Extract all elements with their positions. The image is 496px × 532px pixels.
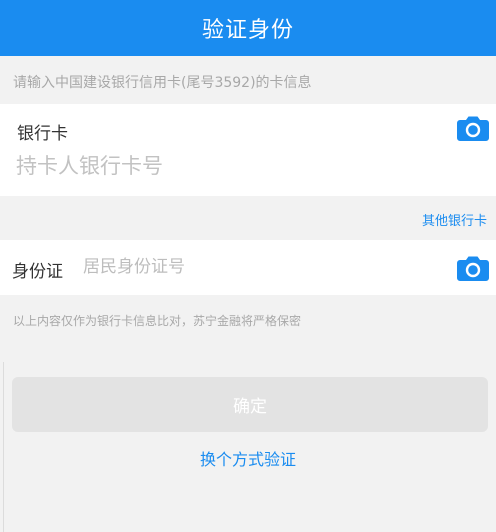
other-bank-card-link[interactable]: 其他银行卡 bbox=[422, 210, 487, 229]
id-card-section: 身份证 bbox=[0, 240, 496, 295]
app-header: 验证身份 bbox=[0, 0, 496, 56]
id-card-number-input[interactable] bbox=[83, 257, 423, 277]
switch-verification-method-link[interactable]: 换个方式验证 bbox=[0, 446, 496, 470]
id-card-label: 身份证 bbox=[12, 262, 63, 282]
bank-card-section: 银行卡 bbox=[0, 104, 496, 196]
privacy-notice: 以上内容仅作为银行卡信息比对，苏宁金融将严格保密 bbox=[13, 314, 302, 328]
camera-icon[interactable] bbox=[457, 115, 489, 141]
card-info-hint: 请输入中国建设银行信用卡(尾号3592)的卡信息 bbox=[13, 75, 312, 91]
confirm-button[interactable]: 确定 bbox=[12, 377, 488, 432]
bank-card-number-input[interactable] bbox=[16, 154, 416, 178]
camera-icon[interactable] bbox=[457, 255, 489, 281]
bank-card-label: 银行卡 bbox=[17, 124, 68, 144]
page-title: 验证身份 bbox=[201, 18, 294, 43]
